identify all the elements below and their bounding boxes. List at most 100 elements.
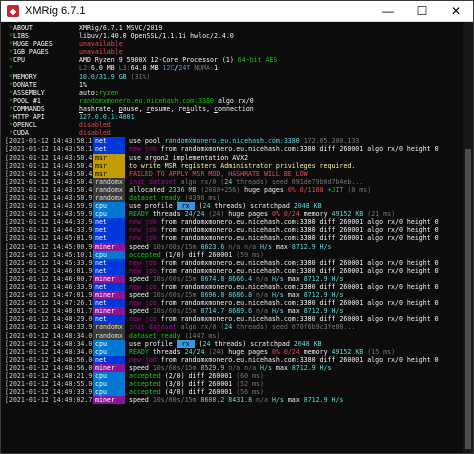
- xmrig-console-window: ◆ XMRig 6.7.1 — ☐ ✕ * ABOUT XMRig/6.7.1 M…: [0, 0, 474, 454]
- log-text: (0 ms): [347, 185, 372, 194]
- log-tag: randomx: [93, 331, 125, 340]
- header-line: * CUDA disabled: [5, 129, 463, 137]
- log-timestamp: [2021-01-12 14:43:58.486]: [5, 185, 105, 194]
- log-text: algo rx/0 (: [180, 177, 225, 186]
- log-text: ults,: [190, 104, 215, 113]
- log-text: from randomxmonero.eu.nicehash.com:3380 …: [160, 234, 439, 243]
- log-text: 2336 MB: [168, 185, 201, 194]
- log-text: +JIT: [327, 185, 348, 194]
- log-text: 24/24: [184, 210, 209, 219]
- scrollbar-thumb[interactable]: [465, 149, 471, 449]
- log-text: READY: [129, 347, 153, 356]
- log-text: (1/0): [164, 250, 189, 259]
- log-tag: randomx: [93, 193, 125, 203]
- log-timestamp: [2021-01-12 14:45:01.947]: [5, 234, 105, 243]
- log-line: [2021-01-12 14:43:59.920] cpu READY thread…: [5, 210, 463, 219]
- log-text: speed: [129, 242, 153, 251]
- log-tag: miner: [93, 307, 125, 316]
- log-text: 10s/60s/15m: [152, 274, 201, 283]
- log-text: H/s: [331, 307, 344, 316]
- log-timestamp: [2021-01-12 14:44:33.946]: [5, 226, 105, 235]
- log-text: H/s: [260, 363, 276, 372]
- log-tag: randomx: [93, 177, 125, 186]
- log-text: (24): [208, 347, 229, 356]
- log-text: scratchpad: [250, 339, 294, 348]
- log-text: algo rx/0 (: [180, 323, 225, 332]
- header-line: * 1GB PAGES unavailable: [5, 48, 463, 56]
- log-text: use profile: [129, 202, 177, 211]
- log-text: new job: [129, 234, 161, 243]
- close-button[interactable]: ✕: [439, 1, 473, 21]
- log-text: 2048 KB: [293, 202, 322, 211]
- bullet-icon: *: [5, 32, 17, 41]
- log-text: 8712.9: [291, 363, 320, 372]
- log-timestamp: [2021-01-12 14:45:10.163]: [5, 250, 105, 259]
- maximize-button[interactable]: ☐: [405, 1, 439, 21]
- log-text: seed 070f6b9c3fe80...: [271, 323, 356, 332]
- log-text: max: [275, 363, 292, 372]
- log-text: ause,: [122, 104, 147, 113]
- log-tag: net: [93, 226, 125, 235]
- log-text: H/s: [271, 291, 288, 300]
- log-text: 10s/60s/15m: [152, 242, 201, 251]
- log-tag: net: [93, 218, 125, 227]
- log-text: new job: [129, 355, 161, 364]
- header-key: LIBS: [13, 32, 29, 41]
- log-text: (: [194, 202, 203, 211]
- log-text: 1: [214, 64, 219, 73]
- log-text: disabled: [79, 129, 111, 138]
- log-text: new job: [129, 315, 161, 324]
- log-line: [2021-01-12 14:48:56.064] miner speed 10s/…: [5, 363, 463, 373]
- log-text: diff 260001: [188, 372, 237, 381]
- log-text: use pool: [129, 137, 165, 146]
- log-tag: net: [93, 315, 125, 324]
- log-text: memory: [303, 347, 332, 356]
- log-line: [2021-01-12 14:45:33.948] net new job from…: [5, 258, 463, 267]
- log-timestamp: [2021-01-12 14:48:55.063]: [5, 380, 105, 389]
- header-line: * ABOUT XMRig/6.7.1 MSVC/2019: [5, 24, 463, 32]
- log-line: [2021-01-12 14:45:10.163] cpu accepted (1/…: [5, 250, 463, 259]
- log-text: 8608.2 8431.8: [200, 396, 257, 405]
- xmrig-app-icon: ◆: [7, 5, 19, 17]
- log-text: speed: [129, 291, 153, 300]
- bullet-icon: *: [5, 64, 17, 73]
- log-text: allocated: [129, 185, 169, 194]
- header-key: COMMANDS: [13, 104, 45, 113]
- log-timestamp: [2021-01-12 14:43:59.920]: [5, 210, 105, 219]
- log-timestamp: [2021-01-12 14:48:34.007]: [5, 347, 105, 356]
- header-line: * CPU AMD Ryzen 9 5900X 12-Core Processor…: [5, 56, 463, 64]
- log-line: [2021-01-12 14:48:21.963] cpu accepted (2/…: [5, 372, 463, 381]
- log-text: 0% 0/24: [271, 347, 304, 356]
- log-text: H/s: [319, 363, 332, 372]
- log-text: accepted: [129, 250, 165, 259]
- log-text: 8623.6: [200, 242, 229, 251]
- log-tag: cpu: [93, 388, 125, 397]
- log-text: 24: [224, 323, 233, 332]
- log-text: randomxmonero.eu.nicehash.com:3380: [164, 137, 304, 146]
- log-tag: cpu: [93, 210, 125, 219]
- console-output[interactable]: * ABOUT XMRig/6.7.1 MSVC/2019 * LIBS libuv…: [1, 22, 463, 453]
- log-text: XMRig/6.7.1: [79, 24, 127, 32]
- log-text: 12C: [162, 64, 175, 73]
- log-text: threads): [232, 177, 272, 186]
- header-key: CPU: [13, 56, 25, 65]
- vertical-scrollbar[interactable]: [463, 22, 473, 453]
- log-text: 24: [202, 202, 211, 211]
- log-text: auto:: [79, 88, 99, 97]
- log-text: new job: [129, 145, 161, 154]
- log-text: max: [287, 274, 304, 283]
- bullet-icon: *: [5, 113, 17, 122]
- log-text: use profile: [129, 339, 177, 348]
- log-text: 64-bit AES: [237, 56, 278, 65]
- log-tag: cpu: [93, 347, 125, 356]
- log-text: 8712.9: [303, 274, 332, 283]
- log-text: libuv/1.40.0 OpenSSL/1.1.1i hwloc/2.4.0: [79, 32, 234, 41]
- log-text: threads): [210, 202, 251, 211]
- bullet-icon: *: [5, 40, 17, 49]
- log-text: L3:: [118, 64, 131, 73]
- log-line: [2021-01-12 14:47:26.100] net new job from…: [5, 299, 463, 308]
- minimize-button[interactable]: —: [371, 1, 405, 21]
- log-text: scratchpad: [250, 202, 294, 211]
- log-timestamp: [2021-01-12 14:43:58.486]: [5, 169, 105, 178]
- log-text: (52 ms): [236, 380, 264, 389]
